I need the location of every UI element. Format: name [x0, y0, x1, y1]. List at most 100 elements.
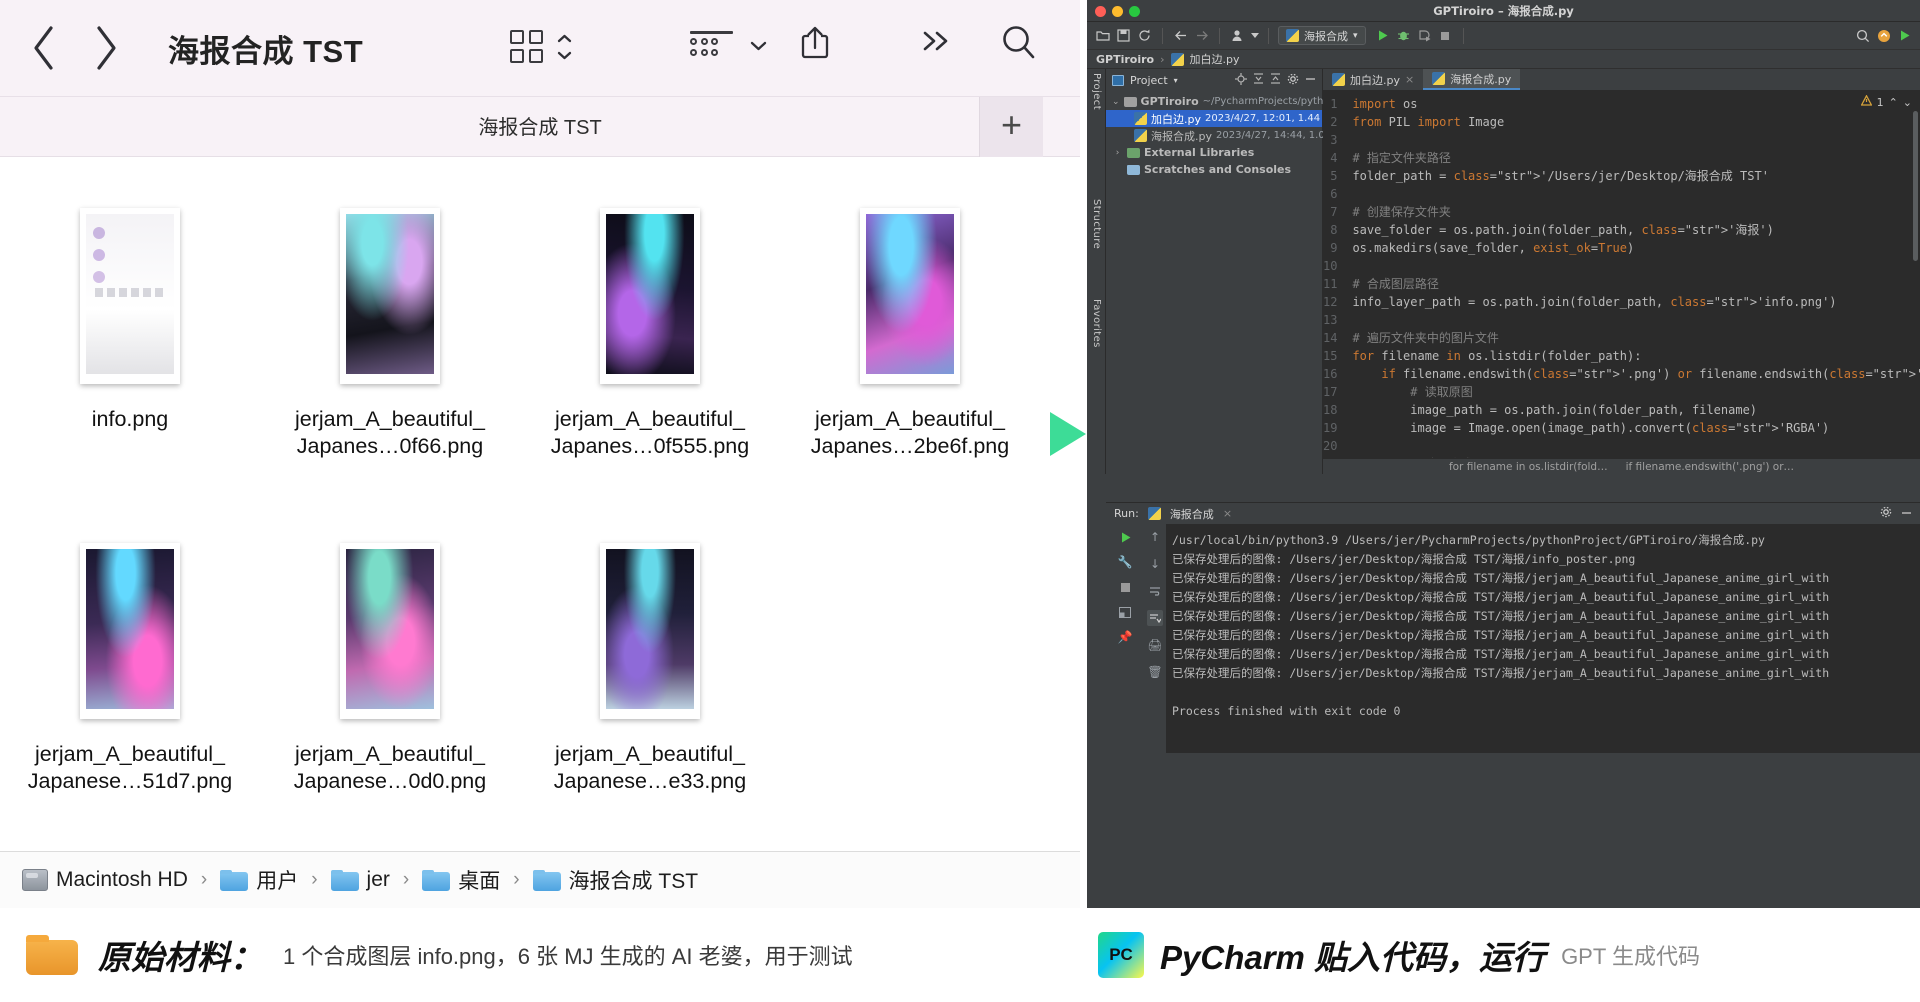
- tree-row[interactable]: 海报合成.py 2023/4/27, 14:44, 1.09 kB: [1106, 127, 1347, 144]
- coverage-icon[interactable]: [1416, 27, 1433, 44]
- forward-arrow-icon[interactable]: [1193, 27, 1210, 44]
- editor-scrollbar[interactable]: [1913, 111, 1918, 261]
- path-item[interactable]: 用户: [220, 865, 298, 895]
- path-item[interactable]: jer: [330, 868, 390, 892]
- next-problem-icon[interactable]: ⌄: [1903, 96, 1912, 109]
- file-thumbnail[interactable]: [600, 514, 700, 719]
- tree-expand-icon[interactable]: ›: [1112, 148, 1123, 158]
- soft-wrap-icon[interactable]: [1147, 583, 1163, 599]
- tree-row[interactable]: ⌄ GPTiroiro ~/PycharmProjects/pytho: [1106, 93, 1329, 110]
- file-item[interactable]: jerjam_A_beautiful_ Japanes…2be6f.png: [780, 179, 1040, 514]
- tree-row[interactable]: 加白边.py 2023/4/27, 12:01, 1.44 kB: [1106, 110, 1336, 127]
- file-thumbnail[interactable]: [860, 179, 960, 384]
- path-item[interactable]: 桌面: [422, 865, 500, 895]
- search-button[interactable]: [1000, 24, 1038, 62]
- zoom-window-icon[interactable]: [1129, 6, 1140, 17]
- file-item[interactable]: jerjam_A_beautiful_ Japanes…0f555.png: [520, 179, 780, 514]
- print-icon[interactable]: 🖨: [1147, 637, 1163, 653]
- tool-strip-project[interactable]: Project: [1091, 73, 1102, 110]
- run-configuration-selector[interactable]: 海报合成 ▾: [1278, 26, 1366, 45]
- file-item[interactable]: jerjam_A_beautiful_ Japanese…51d7.png: [0, 514, 260, 849]
- minimize-window-icon[interactable]: [1112, 6, 1123, 17]
- search-icon[interactable]: [1000, 24, 1038, 62]
- code-lines[interactable]: import os from PIL import Image # 指定文件夹路径…: [1344, 90, 1920, 473]
- file-item[interactable]: jerjam_A_beautiful_ Japanese…e33.png: [520, 514, 780, 849]
- close-icon[interactable]: ×: [1405, 73, 1414, 86]
- search-icon[interactable]: [1854, 27, 1871, 44]
- share-icon[interactable]: [800, 24, 830, 60]
- chevron-down-icon[interactable]: ▾: [1174, 76, 1178, 85]
- run-icon[interactable]: [1374, 27, 1391, 44]
- share-button[interactable]: [800, 24, 830, 60]
- rerun-icon[interactable]: [1117, 529, 1133, 545]
- file-thumbnail[interactable]: [340, 514, 440, 719]
- file-item[interactable]: jerjam_A_beautiful_ Japanes…0f66.png: [260, 179, 520, 514]
- file-item[interactable]: jerjam_A_beautiful_ Japanese…0d0.png: [260, 514, 520, 849]
- editor-tab[interactable]: 海报合成.py: [1423, 69, 1521, 90]
- finder-tab-title[interactable]: 海报合成 TST: [0, 111, 1080, 140]
- file-thumbnail[interactable]: [600, 179, 700, 384]
- view-stepper-icon[interactable]: [556, 33, 573, 61]
- scroll-to-end-icon[interactable]: [1147, 610, 1163, 626]
- group-by-control[interactable]: [690, 31, 769, 56]
- run-config-tab[interactable]: 海报合成: [1170, 506, 1214, 522]
- file-thumbnail[interactable]: [80, 514, 180, 719]
- wrench-icon[interactable]: 🔧: [1117, 554, 1133, 570]
- scroll-down-icon[interactable]: ↓: [1147, 556, 1163, 572]
- more-toolbar-button[interactable]: [920, 28, 954, 54]
- forward-button[interactable]: [90, 22, 120, 74]
- settings-gear-icon[interactable]: [1287, 73, 1299, 88]
- tool-strip-structure[interactable]: Structure: [1091, 199, 1102, 249]
- run-console-output[interactable]: /usr/local/bin/python3.9 /Users/jer/Pych…: [1166, 524, 1920, 753]
- close-window-icon[interactable]: [1095, 6, 1106, 17]
- tree-row[interactable]: Scratches and Consoles: [1106, 161, 1322, 178]
- file-item[interactable]: info.png: [0, 179, 260, 514]
- inspection-widget[interactable]: 1 ⌃ ⌄: [1860, 94, 1912, 109]
- back-arrow-icon[interactable]: [1172, 27, 1189, 44]
- tree-expand-icon[interactable]: ⌄: [1112, 97, 1120, 107]
- back-button[interactable]: [30, 22, 60, 74]
- code-view[interactable]: 123456789101112131415161718192021 import…: [1323, 90, 1920, 473]
- file-thumbnail[interactable]: [80, 179, 180, 384]
- scroll-up-icon[interactable]: ↑: [1147, 529, 1163, 545]
- line-number: 13: [1323, 313, 1338, 327]
- vcs-user-icon[interactable]: [1229, 27, 1246, 44]
- view-mode-control[interactable]: [510, 30, 573, 63]
- prev-problem-icon[interactable]: ⌃: [1889, 96, 1898, 109]
- debug-icon[interactable]: [1395, 27, 1412, 44]
- locate-icon[interactable]: [1235, 72, 1247, 88]
- more-chevrons-icon[interactable]: [920, 28, 954, 54]
- path-item[interactable]: 海报合成 TST: [532, 865, 698, 895]
- breadcrumb-file[interactable]: 加白边.py: [1190, 51, 1240, 67]
- chevron-down-icon[interactable]: [1250, 27, 1259, 44]
- collapse-all-icon[interactable]: [1270, 73, 1281, 87]
- stop-icon[interactable]: [1117, 579, 1133, 595]
- new-tab-button[interactable]: +: [979, 97, 1043, 157]
- path-item[interactable]: Macintosh HD: [22, 868, 188, 892]
- refresh-icon[interactable]: [1136, 27, 1153, 44]
- grid-view-icon[interactable]: [510, 30, 543, 63]
- run-top-right-icon[interactable]: [1896, 27, 1913, 44]
- file-thumbnail[interactable]: [340, 179, 440, 384]
- breadcrumb-project[interactable]: GPTiroiro: [1096, 53, 1154, 66]
- stop-icon[interactable]: [1437, 27, 1454, 44]
- trash-icon[interactable]: 🗑: [1147, 664, 1163, 680]
- minimize-icon[interactable]: [1901, 507, 1912, 521]
- hide-panel-icon[interactable]: [1305, 73, 1316, 87]
- layout-icon[interactable]: [1117, 604, 1133, 620]
- group-by-icon[interactable]: [690, 31, 733, 56]
- chevron-down-icon[interactable]: [748, 39, 769, 52]
- expand-all-icon[interactable]: [1253, 73, 1264, 87]
- open-folder-icon[interactable]: [1094, 27, 1111, 44]
- traffic-lights[interactable]: [1095, 6, 1140, 17]
- settings-gear-icon[interactable]: [1880, 506, 1892, 521]
- tree-row[interactable]: › External Libraries: [1106, 144, 1322, 161]
- chevron-down-icon[interactable]: ▾: [1353, 31, 1358, 41]
- save-icon[interactable]: [1115, 27, 1132, 44]
- editor-tab[interactable]: 加白边.py ×: [1323, 69, 1423, 90]
- update-badge-icon[interactable]: [1875, 27, 1892, 44]
- tool-strip-favorites[interactable]: Favorites: [1091, 299, 1102, 348]
- orange-folder-icon: [26, 935, 78, 975]
- close-icon[interactable]: ×: [1223, 507, 1232, 520]
- pin-icon[interactable]: 📌: [1117, 629, 1133, 645]
